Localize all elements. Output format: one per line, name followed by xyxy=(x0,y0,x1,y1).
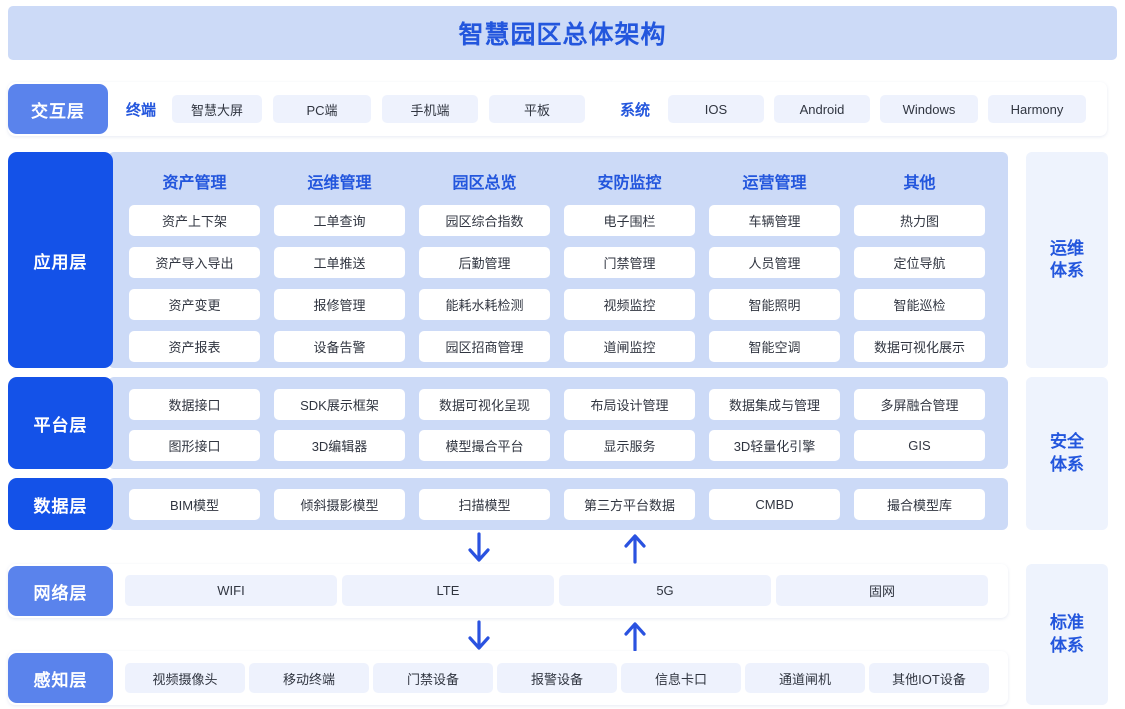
app-cell[interactable]: 电子围栏 xyxy=(564,205,695,236)
layer-tab-network-label: 网络层 xyxy=(33,583,88,603)
network-cell[interactable]: LTE xyxy=(342,575,554,606)
interaction-item-mobile[interactable]: 手机端 xyxy=(382,95,478,123)
side-panel-security-line1: 安全 xyxy=(1050,432,1084,452)
layer-tab-network[interactable]: 网络层 xyxy=(8,566,113,616)
platform-cell[interactable]: 3D轻量化引擎 xyxy=(709,430,840,461)
perception-cell[interactable]: 信息卡口 xyxy=(621,663,741,693)
app-column-header-overview: 园区总览 xyxy=(452,175,517,192)
side-panel-security-line2: 体系 xyxy=(1050,454,1084,474)
data-cell[interactable]: CMBD xyxy=(709,489,840,520)
app-cell[interactable]: 智能照明 xyxy=(709,289,840,320)
app-cell[interactable]: 视频监控 xyxy=(564,289,695,320)
data-cell[interactable]: 撮合模型库 xyxy=(854,489,985,520)
app-cell[interactable]: 资产导入导出 xyxy=(129,247,260,278)
down-arrow-data-to-network xyxy=(468,532,490,562)
data-cell[interactable]: 第三方平台数据 xyxy=(564,489,695,520)
side-panel-ops-line2: 体系 xyxy=(1050,261,1084,280)
app-cell[interactable]: 报修管理 xyxy=(274,289,405,320)
diagram-title-bar: 智慧园区总体架构 xyxy=(8,6,1117,60)
app-cell[interactable]: 能耗水耗检测 xyxy=(419,289,550,320)
platform-cell[interactable]: 多屏融合管理 xyxy=(854,389,985,420)
layer-tab-interaction-label: 交互层 xyxy=(31,101,85,121)
platform-cell[interactable]: 显示服务 xyxy=(564,430,695,461)
app-cell[interactable]: 资产报表 xyxy=(129,331,260,362)
app-cell[interactable]: 园区招商管理 xyxy=(419,331,550,362)
app-cell[interactable]: 车辆管理 xyxy=(709,205,840,236)
group-label-terminal: 终端 xyxy=(125,101,156,119)
side-panel-standard-line1: 标准 xyxy=(1050,613,1084,633)
side-panel-ops-line1: 运维 xyxy=(1050,238,1084,258)
side-panel-standard-system[interactable]: 标准 体系 xyxy=(1026,564,1108,705)
app-cell[interactable]: 智能巡检 xyxy=(854,289,985,320)
up-arrow-perception-to-network xyxy=(624,622,646,652)
perception-cell[interactable]: 其他IOT设备 xyxy=(869,663,989,693)
app-cell[interactable]: 园区综合指数 xyxy=(419,205,550,236)
interaction-item-ios[interactable]: IOS xyxy=(668,95,764,123)
perception-cell[interactable]: 报警设备 xyxy=(497,663,617,693)
layer-tab-application[interactable]: 应用层 xyxy=(8,152,113,368)
layer-tab-platform-label: 平台层 xyxy=(33,415,88,435)
app-column-header-ops: 运维管理 xyxy=(307,175,372,192)
platform-cell[interactable]: 数据接口 xyxy=(129,389,260,420)
app-cell[interactable]: 数据可视化展示 xyxy=(854,331,985,362)
interaction-item-harmony[interactable]: Harmony xyxy=(988,95,1086,123)
interaction-item-pc[interactable]: PC端 xyxy=(273,95,371,123)
app-column-header-security: 安防监控 xyxy=(597,175,662,192)
layer-tab-perception-label: 感知层 xyxy=(33,670,88,690)
side-panel-ops-system[interactable]: 运维 体系 xyxy=(1026,152,1108,368)
network-cell[interactable]: 固网 xyxy=(776,575,988,606)
architecture-diagram: 智慧园区总体架构 交互层 终端 智慧大屏 PC端 手机端 平板 系统 IOS A… xyxy=(0,0,1125,709)
layer-tab-platform[interactable]: 平台层 xyxy=(8,377,113,469)
data-cell[interactable]: 倾斜摄影模型 xyxy=(274,489,405,520)
app-column-header-operation: 运营管理 xyxy=(742,175,807,192)
data-cell[interactable]: BIM模型 xyxy=(129,489,260,520)
layer-tab-application-label: 应用层 xyxy=(33,252,88,272)
app-cell[interactable]: 资产上下架 xyxy=(129,205,260,236)
network-cell[interactable]: 5G xyxy=(559,575,771,606)
perception-cell[interactable]: 门禁设备 xyxy=(373,663,493,693)
interaction-item-windows[interactable]: Windows xyxy=(880,95,978,123)
perception-cell[interactable]: 视频摄像头 xyxy=(125,663,245,693)
app-cell[interactable]: 门禁管理 xyxy=(564,247,695,278)
app-cell[interactable]: 人员管理 xyxy=(709,247,840,278)
page-title: 智慧园区总体架构 xyxy=(458,21,667,49)
app-column-header-other: 其他 xyxy=(903,175,936,192)
up-arrow-network-to-data xyxy=(624,534,646,564)
interaction-item-smart-screen[interactable]: 智慧大屏 xyxy=(172,95,262,123)
data-cell[interactable]: 扫描模型 xyxy=(419,489,550,520)
platform-cell[interactable]: SDK展示框架 xyxy=(274,389,405,420)
app-cell[interactable]: 智能空调 xyxy=(709,331,840,362)
platform-cell[interactable]: 数据可视化呈现 xyxy=(419,389,550,420)
platform-cell[interactable]: 布局设计管理 xyxy=(564,389,695,420)
side-panel-security-system[interactable]: 安全 体系 xyxy=(1026,377,1108,530)
app-column-header-asset: 资产管理 xyxy=(162,175,227,192)
app-cell[interactable]: 道闸监控 xyxy=(564,331,695,362)
app-cell[interactable]: 设备告警 xyxy=(274,331,405,362)
perception-cell[interactable]: 通道闸机 xyxy=(745,663,865,693)
app-cell[interactable]: 工单查询 xyxy=(274,205,405,236)
layer-tab-perception[interactable]: 感知层 xyxy=(8,653,113,703)
layer-tab-interaction[interactable]: 交互层 xyxy=(8,84,108,134)
layer-tab-data-label: 数据层 xyxy=(33,496,88,516)
perception-cell[interactable]: 移动终端 xyxy=(249,663,369,693)
down-arrow-network-to-perception xyxy=(468,620,490,650)
app-cell[interactable]: 工单推送 xyxy=(274,247,405,278)
group-label-system: 系统 xyxy=(619,101,650,119)
layer-tab-data[interactable]: 数据层 xyxy=(8,478,113,530)
app-cell[interactable]: 后勤管理 xyxy=(419,247,550,278)
platform-cell[interactable]: GIS xyxy=(854,430,985,461)
app-cell[interactable]: 资产变更 xyxy=(129,289,260,320)
network-cell[interactable]: WIFI xyxy=(125,575,337,606)
side-panel-standard-line2: 体系 xyxy=(1050,635,1084,655)
interaction-item-android[interactable]: Android xyxy=(774,95,870,123)
platform-cell[interactable]: 模型撮合平台 xyxy=(419,430,550,461)
app-cell[interactable]: 热力图 xyxy=(854,205,985,236)
interaction-item-tablet[interactable]: 平板 xyxy=(489,95,585,123)
platform-cell[interactable]: 数据集成与管理 xyxy=(709,389,840,420)
platform-cell[interactable]: 图形接口 xyxy=(129,430,260,461)
app-cell[interactable]: 定位导航 xyxy=(854,247,985,278)
platform-cell[interactable]: 3D编辑器 xyxy=(274,430,405,461)
